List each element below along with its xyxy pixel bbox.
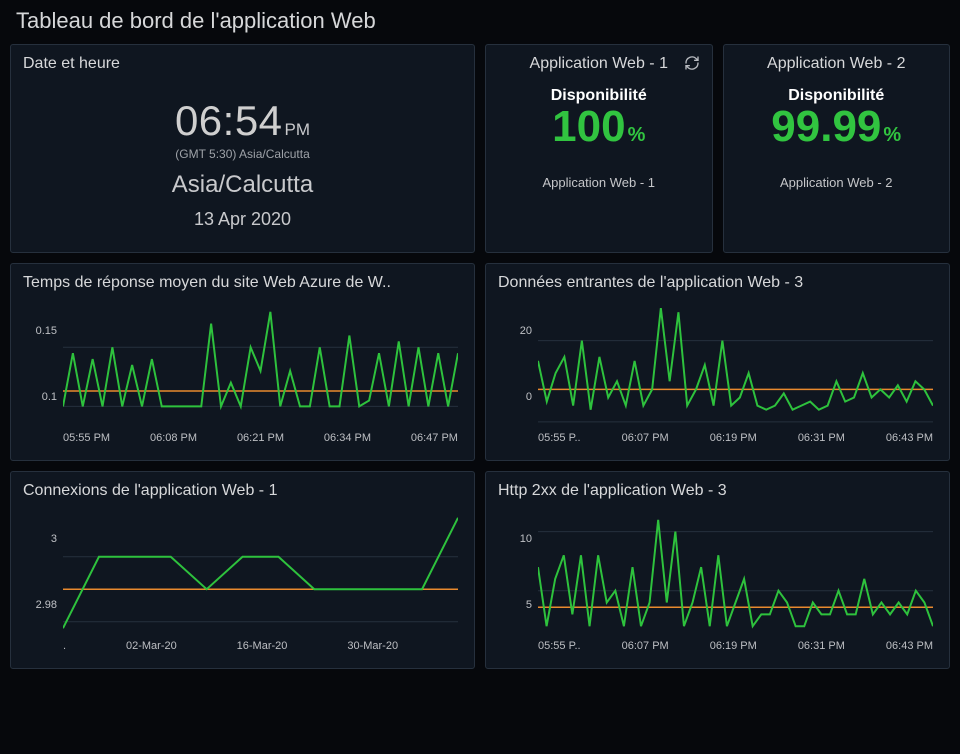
x-tick: 05:55 P.. [538,432,581,448]
chart-x-axis: 05:55 PM 06:08 PM 06:21 PM 06:34 PM 06:47 PM [63,432,458,448]
x-tick: 16-Mar-20 [237,640,288,656]
page-title: Tableau de bord de l'application Web [10,6,950,44]
availability-value-app1: 100 [552,102,625,151]
clock-city: Asia/Calcutta [23,171,462,199]
availability-unit-app2: % [883,124,901,146]
panel-title-clock: Date et heure [23,55,462,73]
x-tick: 02-Mar-20 [126,640,177,656]
clock-time: 06:54 [175,97,283,144]
x-tick: 06:21 PM [237,432,284,448]
chart-y-axis: 32.98 [23,506,63,638]
panel-title-http2xx: Http 2xx de l'application Web - 3 [498,482,937,500]
panel-connections: Connexions de l'application Web - 1 32.9… [10,471,475,669]
availability-unit-app1: % [628,124,646,146]
x-tick: 06:31 PM [798,432,845,448]
availability-footer-app2: Application Web - 2 [736,175,938,190]
panel-http2xx: Http 2xx de l'application Web - 3 10 5 05:… [485,471,950,669]
x-tick: 06:43 PM [886,432,933,448]
chart-y-axis: 0.15 0.1 [23,298,63,430]
panel-clock: Date et heure 06:54PM (GMT 5:30) Asia/Ca… [10,44,475,253]
chart-series [538,520,933,626]
x-tick: 06:47 PM [411,432,458,448]
chart-plot[interactable] [63,300,458,430]
x-tick: 06:19 PM [710,640,757,656]
chart-plot[interactable] [538,508,933,638]
panel-title-connections: Connexions de l'application Web - 1 [23,482,462,500]
y-tick: 0 [526,391,532,403]
chart-x-axis: 05:55 P.. 06:07 PM 06:19 PM 06:31 PM 06:43 P… [538,432,933,448]
y-tick: 2.98 [36,599,57,611]
panel-title-app2: Application Web - 2 [736,55,938,73]
availability-footer-app1: Application Web - 1 [498,175,700,190]
y-tick: 20 [520,325,532,337]
y-tick: 10 [520,533,532,545]
y-tick: 5 [526,599,532,611]
chart-series [538,308,933,410]
panel-app1: Application Web - 1 Disponibilité 100% A… [485,44,713,253]
refresh-icon[interactable] [684,55,700,71]
x-tick: 06:19 PM [710,432,757,448]
panel-response-time: Temps de réponse moyen du site Web Azure… [10,263,475,461]
chart-plot[interactable] [63,508,458,638]
chart-series [63,312,458,407]
x-tick: 06:07 PM [622,640,669,656]
x-tick: 05:55 P.. [538,640,581,656]
chart-series [63,518,458,628]
panel-title-data-in: Données entrantes de l'application Web -… [498,274,937,292]
y-tick: 0.1 [42,391,57,403]
y-tick: 3 [51,533,57,545]
x-tick: 06:31 PM [798,640,845,656]
panel-app2: Application Web - 2 Disponibilité 99.99%… [723,44,951,253]
x-tick: 06:43 PM [886,640,933,656]
chart-x-axis: . 02-Mar-20 16-Mar-20 30-Mar-20 [63,640,458,656]
x-tick: 06:34 PM [324,432,371,448]
x-tick: 30-Mar-20 [347,640,398,656]
panel-title-app1: Application Web - 1 [498,55,700,73]
chart-x-axis: 05:55 P.. 06:07 PM 06:19 PM 06:31 PM 06:43 P… [538,640,933,656]
x-tick: 06:08 PM [150,432,197,448]
panel-data-in: Données entrantes de l'application Web -… [485,263,950,461]
x-tick: 05:55 PM [63,432,110,448]
clock-date: 13 Apr 2020 [23,209,462,230]
x-tick: . [63,640,66,656]
chart-y-axis: 20 0 [498,298,538,430]
clock-ampm: PM [285,120,311,139]
x-tick: 06:07 PM [622,432,669,448]
y-tick: 0.15 [36,325,57,337]
chart-y-axis: 10 5 [498,506,538,638]
clock-timezone: (GMT 5:30) Asia/Calcutta [23,147,462,161]
chart-plot[interactable] [538,300,933,430]
availability-value-app2: 99.99 [771,102,881,151]
panel-title-response-time: Temps de réponse moyen du site Web Azure… [23,274,462,292]
